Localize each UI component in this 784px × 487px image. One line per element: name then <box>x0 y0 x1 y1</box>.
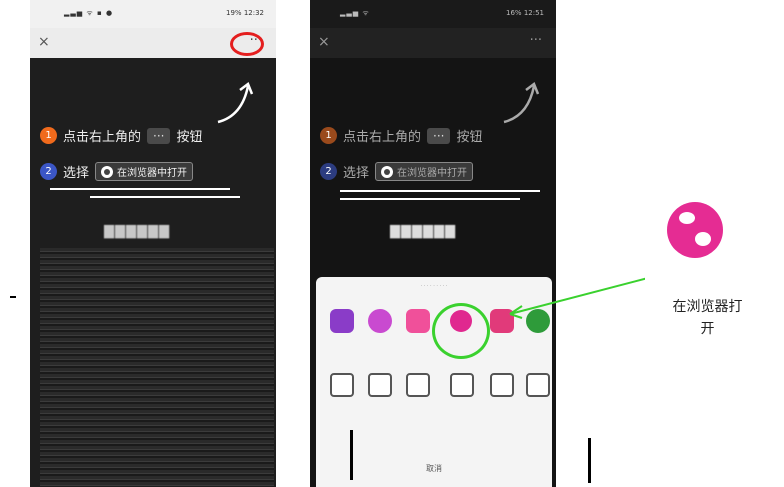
open-in-browser-label: 在浏览器中打开 <box>117 168 188 179</box>
callout-label-line1: 在浏览器打 <box>672 299 743 315</box>
status-bar: ▂▃▅ ᯤ ▪ ● 19% 12:32 <box>30 0 276 28</box>
step-number-2: 2 <box>40 163 57 180</box>
scan-artifact <box>10 296 16 298</box>
overlay-panel: 1 点击右上角的 ··· 按钮 2 选择 在浏览器中打开 ▇▇▇▇▇▇ <box>30 58 276 487</box>
instruction-step-2: 2 选择 在浏览器中打开 <box>320 162 474 181</box>
red-highlight-circle <box>230 32 264 56</box>
blurred-caption: ▇▇▇▇▇▇ <box>390 224 456 239</box>
step1-suffix: 按钮 <box>176 130 203 145</box>
tool-icon[interactable] <box>330 373 354 397</box>
tool-icon[interactable] <box>450 373 474 397</box>
scan-artifact <box>50 188 230 190</box>
instruction-step-1: 1 点击右上角的 ··· 按钮 <box>40 126 202 145</box>
close-icon[interactable]: × <box>38 34 50 50</box>
step-number-1: 1 <box>320 127 337 144</box>
status-time: 12:51 <box>523 9 544 17</box>
blurred-caption: ▇▇▇▇▇▇ <box>104 224 170 239</box>
tool-icon[interactable] <box>490 373 514 397</box>
share-target-icon[interactable] <box>368 309 392 333</box>
share-target-icon[interactable] <box>406 309 430 333</box>
green-pointer-arrow <box>509 277 649 319</box>
battery-level: 19% <box>226 9 242 17</box>
more-menu-button[interactable]: ··· <box>530 33 542 48</box>
green-highlight-circle <box>432 303 490 359</box>
step-number-1: 1 <box>40 127 57 144</box>
open-in-browser-chip: 在浏览器中打开 <box>375 162 474 181</box>
scan-artifact <box>350 430 353 480</box>
globe-icon <box>381 165 394 178</box>
globe-icon <box>101 165 114 178</box>
step1-text: 点击右上角的 <box>343 130 422 145</box>
top-nav-bar: × ··· <box>310 28 556 58</box>
share-target-icon[interactable] <box>330 309 354 333</box>
more-dots-chip: ··· <box>427 127 451 144</box>
scan-artifact <box>340 198 520 200</box>
phone-screenshot-2: ▂▃▅ ᯤ 16% 12:51 × ··· 1 点击右上角的 ··· 按钮 2 … <box>310 0 556 487</box>
step1-suffix: 按钮 <box>456 130 483 145</box>
open-in-browser-callout: 在浏览器打 开 <box>645 188 770 448</box>
step1-text: 点击右上角的 <box>63 130 142 145</box>
open-in-browser-label: 在浏览器中打开 <box>397 168 468 179</box>
instruction-step-1: 1 点击右上角的 ··· 按钮 <box>320 126 482 145</box>
more-dots-chip: ··· <box>147 127 171 144</box>
signal-icon: ▂▃▅ ᯤ <box>340 9 370 17</box>
close-icon[interactable]: × <box>318 34 330 50</box>
open-in-browser-chip: 在浏览器中打开 <box>95 162 194 181</box>
scan-artifact <box>588 438 591 483</box>
curved-arrow-icon <box>503 82 540 124</box>
status-bar: ▂▃▅ ᯤ 16% 12:51 <box>310 0 556 28</box>
step-number-2: 2 <box>320 163 337 180</box>
scan-artifact <box>90 196 240 198</box>
step2-text: 选择 <box>63 166 90 181</box>
curved-arrow-icon <box>217 82 254 124</box>
battery-level: 16% <box>506 9 522 17</box>
tool-icon[interactable] <box>526 373 550 397</box>
signal-icon: ▂▃▅ ᯤ ▪ ● <box>64 9 114 17</box>
step2-text: 选择 <box>343 166 370 181</box>
tool-icon[interactable] <box>368 373 392 397</box>
phone-screenshot-1: ▂▃▅ ᯤ ▪ ● 19% 12:32 × ··· 1 点击右上角的 ··· 按… <box>30 0 276 487</box>
callout-label-line2: 开 <box>700 321 715 337</box>
scanline-artifact <box>40 248 274 486</box>
tool-icon[interactable] <box>406 373 430 397</box>
status-time: 12:32 <box>243 9 264 17</box>
scan-artifact <box>340 190 540 192</box>
instruction-step-2: 2 选择 在浏览器中打开 <box>40 162 194 181</box>
globe-icon <box>667 202 723 258</box>
